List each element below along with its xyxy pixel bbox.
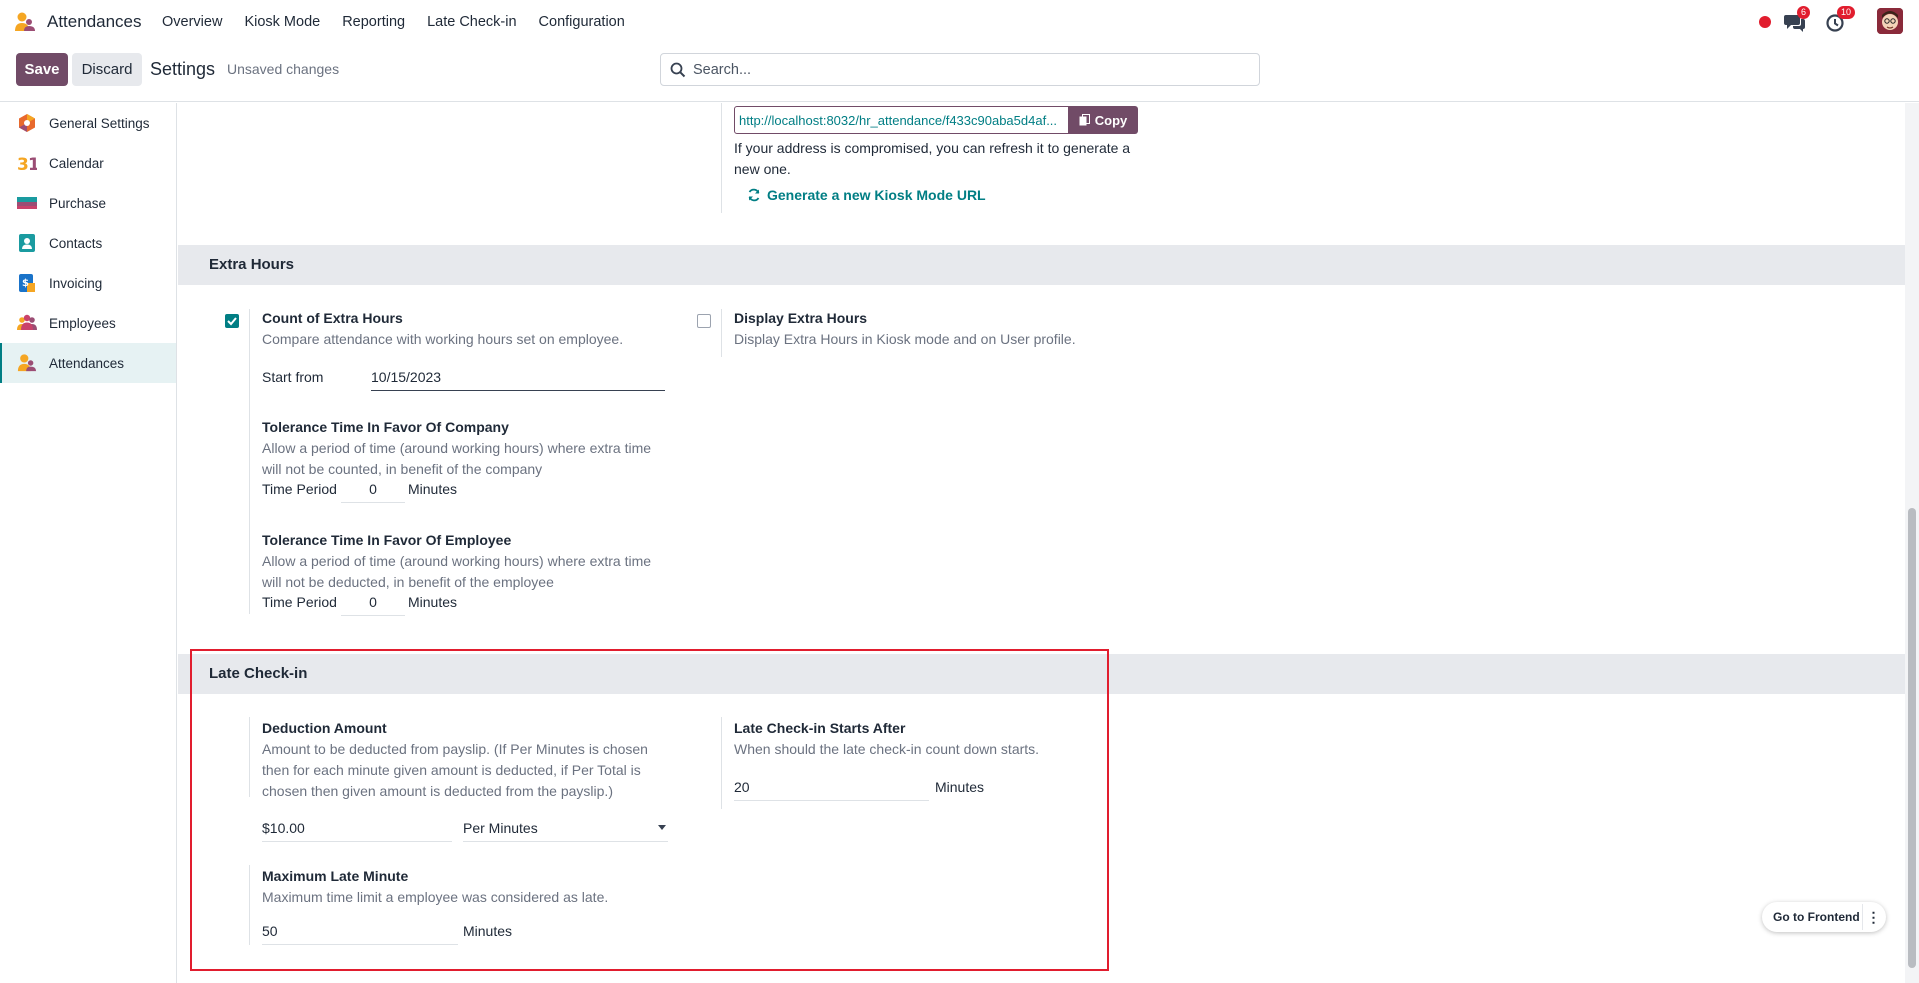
copy-label: Copy xyxy=(1094,112,1128,128)
invoicing-icon: $ xyxy=(19,274,35,292)
count-extra-hours-desc: Compare attendance with working hours se… xyxy=(262,331,624,347)
sidebar-item-label: Employees xyxy=(49,315,116,331)
main-menu: Overview Kiosk Mode Reporting Late Check… xyxy=(162,14,625,30)
section-title: Extra Hours xyxy=(209,256,295,273)
chat-badge: 6 xyxy=(1797,6,1811,19)
go-to-frontend-button[interactable]: Go to Frontend ⋮ xyxy=(1762,902,1886,932)
sidebar-item-invoicing[interactable]: $ Invoicing xyxy=(0,263,176,303)
refresh-icon xyxy=(748,188,760,202)
display-extra-hours-desc: Display Extra Hours in Kiosk mode and on… xyxy=(734,331,1076,347)
app-name[interactable]: Attendances xyxy=(47,12,142,32)
sidebar-item-calendar[interactable]: 3 1 Calendar xyxy=(0,143,176,183)
menu-configuration[interactable]: Configuration xyxy=(539,14,625,30)
menu-reporting[interactable]: Reporting xyxy=(342,14,405,30)
start-from-label: Start from xyxy=(262,369,324,385)
section-extra-hours: Extra Hours xyxy=(178,245,1905,285)
contacts-icon xyxy=(19,234,35,252)
minutes-unit: Minutes xyxy=(408,481,458,497)
settings-sidebar: General Settings 3 1 Calendar Purchase C… xyxy=(0,103,177,983)
calendar-icon: 3 1 xyxy=(17,155,37,173)
check-icon xyxy=(227,317,237,326)
sidebar-item-contacts[interactable]: Contacts xyxy=(0,223,176,263)
unsaved-changes-indicator: Unsaved changes xyxy=(227,61,340,77)
page-title: Settings xyxy=(150,59,216,79)
tolerance-company-desc: Allow a period of time (around working h… xyxy=(262,440,652,477)
time-period-label: Time Period xyxy=(262,594,337,610)
sidebar-item-label: General Settings xyxy=(49,115,150,131)
late-check-in-highlight xyxy=(190,649,1109,971)
attendances-app-icon[interactable] xyxy=(14,12,36,32)
employees-icon xyxy=(17,314,37,330)
save-button[interactable]: Save xyxy=(16,53,68,86)
scrollbar-thumb[interactable] xyxy=(1908,508,1916,968)
search-input[interactable] xyxy=(693,58,1253,82)
search-bar[interactable] xyxy=(660,53,1260,86)
more-options-icon[interactable]: ⋮ xyxy=(1862,904,1884,930)
purchase-icon xyxy=(17,197,37,209)
discard-button[interactable]: Discard xyxy=(72,53,142,86)
kiosk-url-field[interactable]: http://localhost:8032/hr_attendance/f433… xyxy=(734,106,1069,134)
svg-text:1: 1 xyxy=(28,155,37,173)
start-from-date-field[interactable]: 10/15/2023 xyxy=(371,369,665,391)
divider xyxy=(721,103,722,213)
menu-late-check-in[interactable]: Late Check-in xyxy=(427,14,516,30)
minutes-unit: Minutes xyxy=(408,594,458,610)
tolerance-employee-title: Tolerance Time In Favor Of Employee xyxy=(262,532,512,548)
time-period-label: Time Period xyxy=(262,481,337,497)
count-extra-hours-title: Count of Extra Hours xyxy=(262,310,403,326)
kiosk-refresh-note: If your address is compromised, you can … xyxy=(734,140,1131,177)
control-panel: Save Discard Settings Unsaved changes xyxy=(0,44,1919,102)
sidebar-item-label: Purchase xyxy=(49,195,107,211)
tolerance-company-title: Tolerance Time In Favor Of Company xyxy=(262,419,509,435)
display-extra-hours-title: Display Extra Hours xyxy=(734,310,868,326)
recording-indicator-icon[interactable] xyxy=(1759,16,1771,28)
sidebar-item-label: Contacts xyxy=(49,235,103,251)
page-scrollbar[interactable] xyxy=(1905,103,1919,983)
sidebar-item-label: Invoicing xyxy=(49,275,103,291)
tolerance-employee-desc: Allow a period of time (around working h… xyxy=(262,553,652,590)
count-extra-hours-checkbox[interactable] xyxy=(225,314,239,328)
avatar-face-icon xyxy=(1877,8,1903,34)
divider xyxy=(721,309,722,357)
user-avatar[interactable] xyxy=(1877,8,1903,34)
tolerance-company-minutes-input[interactable]: 0 xyxy=(341,481,405,503)
attendances-icon xyxy=(17,354,37,372)
tolerance-employee-minutes-input[interactable]: 0 xyxy=(341,594,405,616)
sidebar-item-label: Calendar xyxy=(49,155,104,171)
display-extra-hours-checkbox[interactable] xyxy=(697,314,711,328)
copy-url-button[interactable]: Copy xyxy=(1068,106,1138,134)
sidebar-item-purchase[interactable]: Purchase xyxy=(0,183,176,223)
sidebar-item-general-settings[interactable]: General Settings xyxy=(0,103,176,143)
menu-overview[interactable]: Overview xyxy=(162,14,222,30)
general-settings-icon xyxy=(19,114,35,132)
svg-text:$: $ xyxy=(22,278,29,289)
sidebar-item-employees[interactable]: Employees xyxy=(0,303,176,343)
activity-badge: 10 xyxy=(1837,6,1856,19)
sidebar-item-label: Attendances xyxy=(49,355,125,371)
go-to-frontend-label: Go to Frontend xyxy=(1773,910,1860,924)
generate-kiosk-url-link[interactable]: Generate a new Kiosk Mode URL xyxy=(767,187,986,203)
sidebar-item-attendances[interactable]: Attendances xyxy=(0,343,176,383)
copy-icon xyxy=(1079,114,1090,126)
top-navbar: Attendances Overview Kiosk Mode Reportin… xyxy=(0,0,1919,44)
divider xyxy=(249,309,250,614)
menu-kiosk-mode[interactable]: Kiosk Mode xyxy=(244,14,320,30)
search-icon xyxy=(670,62,686,78)
